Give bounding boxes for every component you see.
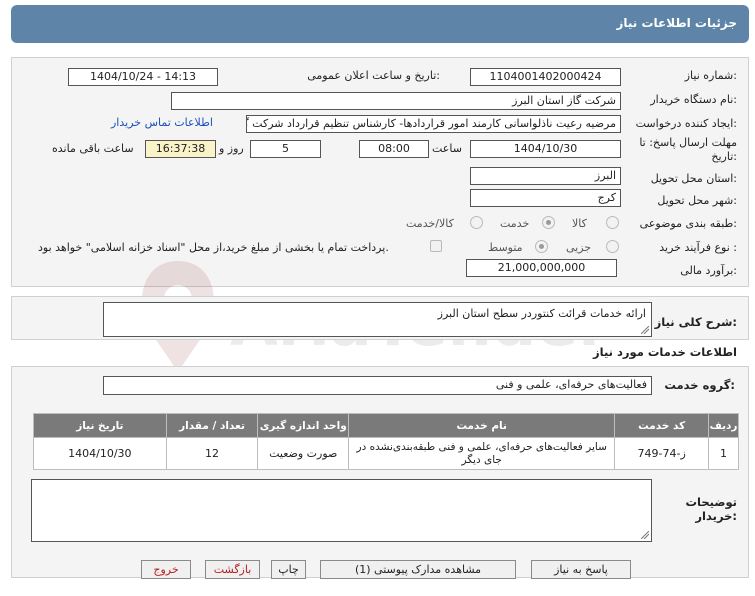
table-row: 1404/10/30 12 صورت وضعیت سایر فعالیت‌های… [33,437,739,470]
days-label: روز و [219,142,244,155]
col-need-date: تاریخ نیاز [33,413,167,438]
purchase-radio-minor[interactable] [606,240,619,253]
table-header-row: تاریخ نیاز تعداد / مقدار واحد اندازه گیر… [33,413,739,438]
service-group-field: فعالیت‌های حرفه‌ای، علمی و فنی [103,376,652,395]
category-radio-service[interactable] [542,216,555,229]
category-option-goods-service: کالا/خدمت [406,217,454,230]
back-button[interactable]: بازگشت [205,560,260,579]
cell-service-name: سایر فعالیت‌های حرفه‌ای، علمی و فنی طبقه… [348,437,616,470]
page-title: جزئیات اطلاعات نیاز [616,16,737,30]
resize-grip-icon [641,531,649,539]
col-quantity: تعداد / مقدار [165,413,259,438]
deadline-time-field: 08:00 [359,140,429,158]
cell-service-code: ز-74-749 [614,437,710,470]
category-option-goods: کالا [572,217,587,230]
buyer-contact-link[interactable]: اطلاعات تماس خریدار [111,116,213,129]
province-label: استان محل تحویل: [650,172,737,185]
buyer-org-field: شرکت گاز استان البرز [171,92,621,110]
reply-to-need-button[interactable]: پاسخ به نیاز [531,560,631,579]
requester-label: ایجاد کننده درخواست: [635,117,737,130]
deadline-time-label: ساعت [432,142,462,155]
buyer-notes-label: توضیحات [685,495,738,509]
resize-grip-icon [641,326,649,334]
need-number-field: 1104001402000424 [470,68,621,86]
city-field: کرج [470,189,621,207]
treasury-payment-checkbox[interactable] [430,240,442,252]
announce-date-label: تاریخ و ساعت اعلان عمومی: [307,69,440,82]
view-attachments-button[interactable]: مشاهده مدارک پیوستی (1) [320,560,516,579]
province-field: البرز [470,167,621,185]
category-option-service: خدمت [500,217,530,230]
budget-label: برآورد مالی: [680,264,737,277]
cell-row-number: 1 [708,437,739,470]
description-field: ارائه خدمات قرائت کنتوردر سطح استان البر… [103,302,652,337]
buyer-notes-field[interactable] [31,479,652,542]
buyer-notes-label-2: خریدار: [695,509,737,523]
remaining-time-label: ساعت باقی مانده [52,142,134,155]
exit-button[interactable]: خروج [141,560,191,579]
announce-date-field: 1404/10/24 - 14:13 [68,68,218,86]
deadline-label: مهلت ارسال پاسخ: تا [639,136,737,149]
city-label: شهر محل تحویل: [657,194,737,207]
category-radio-goods[interactable] [606,216,619,229]
buyer-org-label: نام دستگاه خریدار: [650,93,737,106]
deadline-date-field: 1404/10/30 [470,140,621,158]
need-number-label: شماره نیاز: [684,69,737,82]
purchase-type-label: نوع فرآیند خرید : [659,241,737,254]
col-row-number: ردیف [708,413,739,438]
category-label: طبقه بندی موضوعی: [639,217,737,230]
cell-need-date: 1404/10/30 [33,437,167,470]
days-field: 5 [250,140,321,158]
service-group-label: گروه خدمت: [664,378,735,392]
print-button[interactable]: چاپ [271,560,306,579]
purchase-radio-medium[interactable] [535,240,548,253]
services-table: تاریخ نیاز تعداد / مقدار واحد اندازه گیر… [33,413,739,470]
deadline-label-date: تاریخ: [711,150,737,163]
col-service-name: نام خدمت [348,413,616,438]
col-service-code: کد خدمت [614,413,710,438]
cell-quantity: 12 [165,437,259,470]
description-label: شرح کلی نیاز: [654,315,737,329]
services-panel [11,366,749,578]
services-section-title: اطلاعات خدمات مورد نیاز [593,345,737,359]
requester-field: مرضیه رعیت ناذلواسانی کارمند امور قراردا… [246,115,621,133]
description-value: ارائه خدمات قرائت کنتوردر سطح استان البر… [437,307,646,320]
remaining-time-field: 16:37:38 [145,140,216,158]
cell-unit: صورت وضعیت [257,437,350,470]
category-radio-goods-service[interactable] [470,216,483,229]
col-unit: واحد اندازه گیری [257,413,350,438]
page-header: جزئیات اطلاعات نیاز [11,5,749,43]
